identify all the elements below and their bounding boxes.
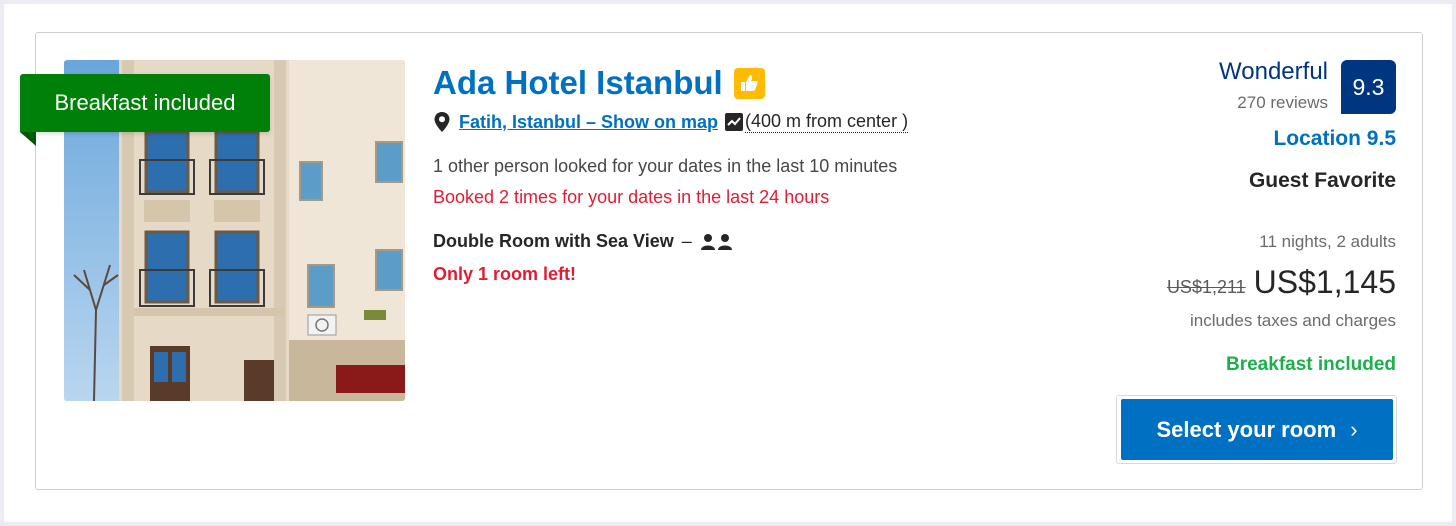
map-pin-icon [434, 112, 450, 132]
review-score-badge[interactable]: 9.3 [1341, 60, 1396, 114]
hotel-name-link[interactable]: Ada Hotel Istanbul [433, 64, 723, 102]
location-row: Fatih, Istanbul – Show on map (400 m fro… [433, 111, 909, 133]
stay-summary: 11 nights, 2 adults [1259, 232, 1396, 251]
location-score: Location 9.5 [1273, 127, 1396, 150]
distance-from-center: (400 m from center ) [745, 111, 909, 133]
recent-views-text: 1 other person looked for your dates in … [433, 156, 898, 176]
review-count[interactable]: 270 reviews [1237, 93, 1328, 113]
review-score: 9.3 [1352, 73, 1385, 100]
show-on-map-link[interactable]: Fatih, Istanbul – Show on map [457, 112, 720, 133]
select-your-room-button[interactable]: Select your room › [1121, 399, 1393, 460]
hotel-title-row: Ada Hotel Istanbul [433, 64, 765, 102]
ribbon-tail [20, 132, 36, 146]
room-dash: – [681, 231, 692, 251]
select-button-label: Select your room [1156, 416, 1337, 442]
chevron-right-icon: › [1350, 416, 1358, 442]
map-icon[interactable] [725, 113, 744, 131]
breakfast-ribbon: Breakfast included [20, 74, 270, 132]
room-type-row: Double Room with Sea View – [433, 231, 734, 252]
guest-favorite-label: Guest Favorite [1248, 169, 1396, 192]
thumbs-up-icon[interactable] [733, 67, 765, 99]
recent-bookings-text: Booked 2 times for your dates in the las… [433, 187, 830, 207]
breakfast-included-note: Breakfast included [1226, 354, 1396, 375]
rooms-left-alert: Only 1 room left! [433, 264, 577, 284]
location-link-text: Fatih, Istanbul – Show on map [459, 111, 719, 132]
price-row: US$1,211 US$1,145 [1167, 264, 1396, 301]
rating-label[interactable]: Wonderful [1219, 58, 1328, 86]
original-price: US$1,211 [1166, 277, 1246, 297]
ribbon-label: Breakfast included [54, 90, 236, 115]
taxes-note: includes taxes and charges [1189, 311, 1396, 330]
two-people-icon [700, 233, 732, 250]
room-type: Double Room with Sea View [433, 231, 674, 251]
current-price: US$1,145 [1253, 264, 1396, 300]
